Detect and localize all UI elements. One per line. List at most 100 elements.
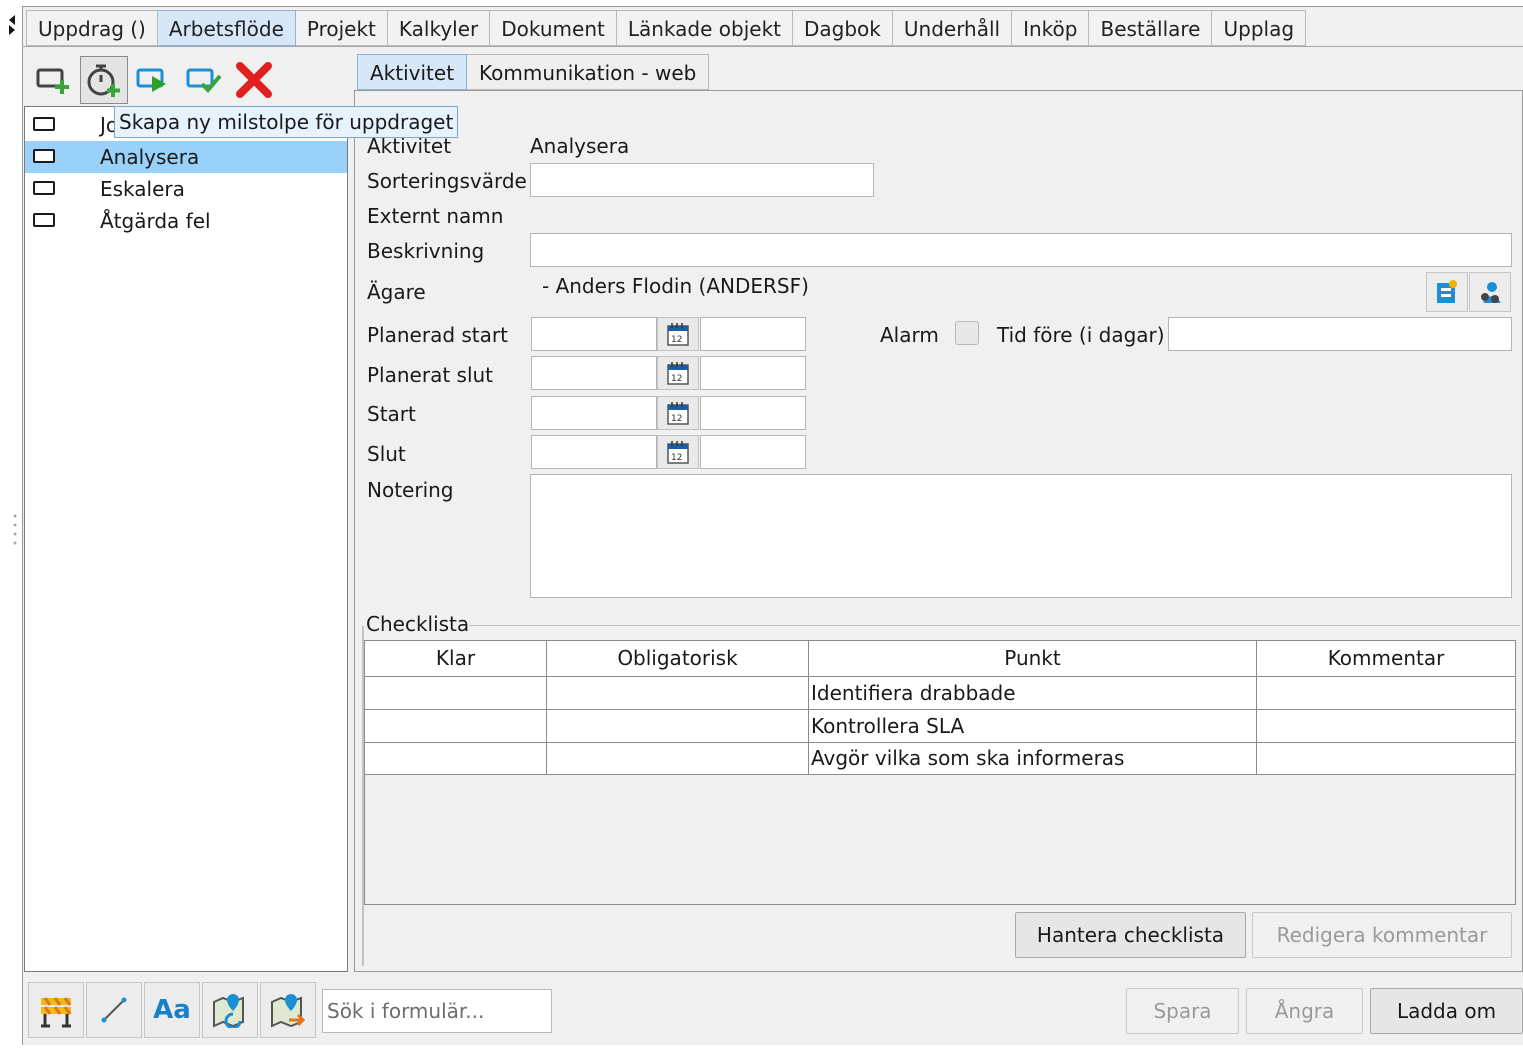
table-cell[interactable]: [1257, 677, 1515, 710]
slut-date-input[interactable]: [531, 435, 657, 469]
tab-kommunikation-web[interactable]: Kommunikation - web: [467, 54, 710, 90]
delete-activity-button[interactable]: [230, 56, 278, 104]
save-button[interactable]: Spara: [1126, 988, 1239, 1034]
map-sync-button[interactable]: [202, 982, 258, 1038]
tid-fore-input[interactable]: [1168, 317, 1512, 351]
sorteringsvarde-input[interactable]: [530, 163, 874, 197]
tab-dagbok[interactable]: Dagbok: [793, 10, 893, 46]
calendar-icon: 12: [667, 402, 689, 425]
activity-checkbox-icon[interactable]: [33, 181, 55, 195]
table-cell-punkt[interactable]: Avgör vilka som ska informeras: [809, 743, 1257, 775]
delete-x-icon: [236, 62, 272, 98]
list-item[interactable]: Eskalera: [25, 173, 347, 205]
activity-checkbox-icon[interactable]: [33, 149, 55, 163]
activity-checkbox-icon[interactable]: [33, 213, 55, 227]
table-cell[interactable]: [365, 743, 547, 775]
beskrivning-input[interactable]: [530, 233, 1512, 267]
draw-line-icon: [101, 997, 127, 1023]
slut-time-input[interactable]: [700, 435, 806, 469]
tab-dokument[interactable]: Dokument: [490, 10, 617, 46]
table-cell-punkt[interactable]: Kontrollera SLA: [809, 710, 1257, 743]
start-activity-button[interactable]: [130, 56, 178, 104]
alarm-label: Alarm: [880, 323, 939, 347]
undo-button[interactable]: Ångra: [1246, 988, 1363, 1034]
calendar-icon: 12: [667, 362, 689, 385]
table-cell[interactable]: [547, 743, 809, 775]
svg-text:12: 12: [671, 335, 682, 345]
calendar-icon: 12: [667, 441, 689, 464]
table-cell[interactable]: [365, 677, 547, 710]
tab-inkop[interactable]: Inköp: [1012, 10, 1090, 46]
list-item[interactable]: Åtgärda fel: [25, 205, 347, 237]
add-activity-button[interactable]: [30, 56, 78, 104]
calendar-icon: 12: [667, 323, 689, 346]
tab-aktivitet[interactable]: Aktivitet: [357, 54, 468, 90]
list-item[interactable]: Analysera: [25, 141, 347, 173]
redigera-kommentar-button[interactable]: Redigera kommentar: [1252, 912, 1512, 958]
activity-checkbox-icon[interactable]: [33, 117, 55, 131]
column-header-punkt[interactable]: Punkt: [809, 641, 1257, 677]
barrier-tool-button[interactable]: [28, 982, 84, 1038]
column-header-obligatorisk[interactable]: Obligatorisk: [547, 641, 809, 677]
add-activity-icon: [36, 68, 69, 94]
planerat-slut-calendar-button[interactable]: 12: [657, 356, 699, 390]
column-header-kommentar[interactable]: Kommentar: [1257, 641, 1515, 677]
hantera-checklista-button[interactable]: Hantera checklista: [1015, 912, 1246, 958]
tab-bestallare[interactable]: Beställare: [1089, 10, 1213, 46]
table-cell[interactable]: [365, 710, 547, 743]
complete-activity-button[interactable]: [180, 56, 228, 104]
tab-uppdrag[interactable]: Uppdrag (): [26, 10, 158, 46]
road-barrier-icon: [41, 997, 72, 1028]
select-owner-button[interactable]: [1426, 272, 1468, 312]
planerat-slut-time-input[interactable]: [700, 356, 806, 390]
table-cell-punkt[interactable]: Identifiera drabbade: [809, 677, 1257, 710]
svg-text:12: 12: [671, 414, 682, 424]
table-cell[interactable]: [547, 677, 809, 710]
tab-lankade-objekt[interactable]: Länkade objekt: [616, 10, 793, 46]
tab-projekt[interactable]: Projekt: [295, 10, 388, 46]
table-cell[interactable]: [1257, 710, 1515, 743]
tab-divider: [22, 46, 1523, 47]
text-tool-button[interactable]: Aa: [144, 982, 200, 1038]
collapse-arrows-icon[interactable]: [8, 14, 16, 36]
form-search-input[interactable]: [322, 989, 552, 1033]
start-calendar-button[interactable]: 12: [657, 396, 699, 430]
planerad-start-time-input[interactable]: [700, 317, 806, 351]
planerad-start-date-input[interactable]: [531, 317, 657, 351]
splitter-grip-icon[interactable]: [12, 512, 18, 546]
tab-kalkyler[interactable]: Kalkyler: [387, 10, 491, 46]
externt-namn-label: Externt namn: [367, 204, 504, 228]
agare-label: Ägare: [367, 280, 426, 304]
line-tool-button[interactable]: [86, 982, 142, 1038]
notering-textarea[interactable]: [530, 474, 1512, 598]
activity-toolbar: [26, 54, 348, 106]
slut-calendar-button[interactable]: 12: [657, 435, 699, 469]
start-date-input[interactable]: [531, 396, 657, 430]
svg-text:12: 12: [671, 374, 682, 384]
app-window: Uppdrag () Arbetsflöde Projekt Kalkyler …: [0, 0, 1523, 1049]
owner-group-button[interactable]: [1469, 272, 1511, 312]
column-header-klar[interactable]: Klar: [365, 641, 547, 677]
tab-upplag[interactable]: Upplag: [1212, 10, 1307, 46]
reload-button[interactable]: Ladda om: [1370, 988, 1523, 1034]
users-group-icon: [1481, 282, 1501, 303]
check-activity-icon: [186, 68, 222, 93]
activity-label: Åtgärda fel: [100, 209, 211, 233]
map-export-button[interactable]: [260, 982, 316, 1038]
tab-underhall[interactable]: Underhåll: [892, 10, 1013, 46]
activity-label: Eskalera: [100, 177, 185, 201]
table-cell[interactable]: [1257, 743, 1515, 775]
map-export-icon: [271, 994, 306, 1028]
tab-arbetsflode[interactable]: Arbetsflöde: [157, 10, 296, 46]
start-label: Start: [367, 402, 416, 426]
main-tab-bar: Uppdrag () Arbetsflöde Projekt Kalkyler …: [26, 10, 1307, 46]
stopwatch-add-icon: [87, 64, 120, 97]
bottom-toolbar: Aa Spara Ångra Ladda om: [24, 978, 1523, 1044]
alarm-checkbox[interactable]: [955, 321, 979, 345]
planerad-start-calendar-button[interactable]: 12: [657, 317, 699, 351]
start-time-input[interactable]: [700, 396, 806, 430]
beskrivning-label: Beskrivning: [367, 239, 485, 263]
table-cell[interactable]: [547, 710, 809, 743]
planerat-slut-date-input[interactable]: [531, 356, 657, 390]
add-milestone-button[interactable]: [80, 56, 128, 104]
